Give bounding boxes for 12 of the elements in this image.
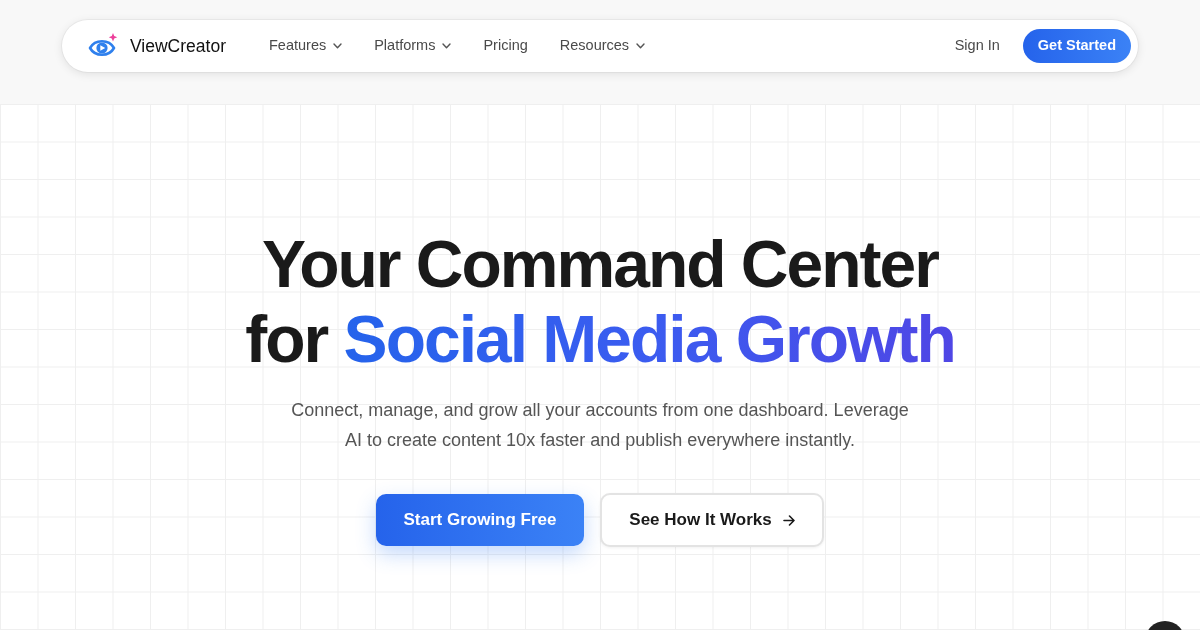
nav-link[interactable]: Platforms: [374, 35, 436, 57]
hero-headline: Your Command Center for Social Media Growth: [244, 227, 956, 377]
brand-name[interactable]: ViewCreator: [130, 32, 226, 60]
nav-link[interactable]: Resources: [559, 35, 630, 57]
nav-link[interactable]: Pricing: [483, 35, 528, 57]
start-growing-button[interactable]: Start Growing Free: [376, 494, 584, 546]
see-how-it-works-button[interactable]: See How It Works: [600, 493, 824, 547]
hero-subtitle: Connect, manage, and grow all your accounts from one dashboard. Leverage AI to create content 10x faster and publish everywhere instantly.: [290, 399, 910, 452]
eye-play-logo-icon: [88, 33, 118, 59]
get-started-button[interactable]: Get Started: [1022, 29, 1131, 63]
sign-in-link[interactable]: Sign In: [954, 35, 1000, 57]
nav-link[interactable]: Features: [268, 35, 327, 57]
